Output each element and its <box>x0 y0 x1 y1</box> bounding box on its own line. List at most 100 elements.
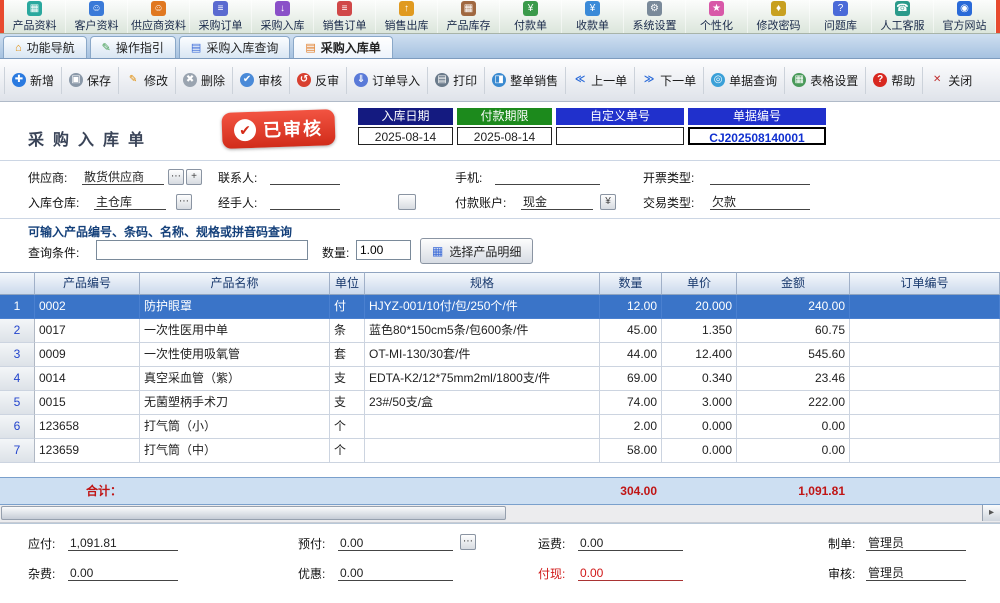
amount-cell[interactable]: 60.75 <box>737 319 850 343</box>
quantity-cell[interactable]: 58.00 <box>600 439 662 463</box>
action-button[interactable]: ▦ 表格设置 <box>784 67 865 94</box>
action-button[interactable]: ✎ 修改 <box>118 67 175 94</box>
order-number-cell[interactable] <box>850 343 1000 367</box>
unit-price-cell[interactable]: 20.000 <box>662 295 737 319</box>
product-name-cell[interactable]: 打气筒（小） <box>140 415 330 439</box>
product-name-cell[interactable]: 防护眼罩 <box>140 295 330 319</box>
action-button[interactable]: ✖ 删除 <box>175 67 232 94</box>
quantity-cell[interactable]: 12.00 <box>600 295 662 319</box>
table-corner-cell[interactable] <box>0 272 35 295</box>
unit-price-cell[interactable]: 0.000 <box>662 415 737 439</box>
action-button[interactable]: ≪ 上一单 <box>565 67 634 94</box>
quantity-cell[interactable]: 44.00 <box>600 343 662 367</box>
amount-cell[interactable]: 0.00 <box>737 439 850 463</box>
top-toolbar-item[interactable]: ¥ 收款单 <box>562 0 624 33</box>
auditor-value[interactable]: 管理员 <box>866 565 966 581</box>
table-horizontal-scrollbar[interactable]: ▸ <box>0 505 1000 523</box>
unit-cell[interactable]: 条 <box>330 319 365 343</box>
top-toolbar-item[interactable]: ☎ 人工客服 <box>872 0 934 33</box>
action-button[interactable]: ✔ 审核 <box>232 67 289 94</box>
tab-item[interactable]: ▤ 采购入库单 <box>293 36 392 58</box>
unit-cell[interactable]: 支 <box>330 367 365 391</box>
maker-value[interactable]: 管理员 <box>866 535 966 551</box>
product-name-cell[interactable]: 一次性医用中单 <box>140 319 330 343</box>
unit-price-cell[interactable]: 12.400 <box>662 343 737 367</box>
product-name-cell[interactable]: 无菌塑柄手术刀 <box>140 391 330 415</box>
column-header-amount[interactable]: 金额 <box>737 272 850 295</box>
top-toolbar-item[interactable]: ⚙ 系统设置 <box>624 0 686 33</box>
table-row[interactable]: 2 0017 一次性医用中单 条 蓝色80*150cm5条/包600条/件 45… <box>0 319 1000 343</box>
amount-cell[interactable]: 545.60 <box>737 343 850 367</box>
top-toolbar-item[interactable]: ☺ 客户资料 <box>66 0 128 33</box>
product-name-cell[interactable]: 打气筒（中） <box>140 439 330 463</box>
invoice-type-value[interactable] <box>710 169 810 185</box>
phone-value[interactable] <box>495 169 600 185</box>
spec-cell[interactable] <box>365 415 600 439</box>
column-header-code[interactable]: 产品编号 <box>35 272 140 295</box>
scrollbar-right-arrow-icon[interactable]: ▸ <box>982 505 1000 521</box>
top-toolbar-item[interactable]: ★ 个性化 <box>686 0 748 33</box>
product-code-cell[interactable]: 123659 <box>35 439 140 463</box>
supplier-picker-button[interactable]: ⋯ <box>168 169 184 185</box>
column-header-unit[interactable]: 单位 <box>330 272 365 295</box>
unit-cell[interactable]: 套 <box>330 343 365 367</box>
quantity-input[interactable] <box>356 240 411 260</box>
action-button[interactable]: ◎ 单据查询 <box>703 67 784 94</box>
quantity-cell[interactable]: 45.00 <box>600 319 662 343</box>
tab-item[interactable]: ▤ 采购入库查询 <box>179 36 290 58</box>
scrollbar-thumb[interactable] <box>1 506 506 520</box>
unit-cell[interactable]: 付 <box>330 295 365 319</box>
prepaid-picker-button[interactable]: ⋯ <box>460 534 476 550</box>
column-header-name[interactable]: 产品名称 <box>140 272 330 295</box>
action-button[interactable]: ▣ 保存 <box>61 67 118 94</box>
column-header-order[interactable]: 订单编号 <box>850 272 1000 295</box>
column-header-price[interactable]: 单价 <box>662 272 737 295</box>
spec-cell[interactable]: EDTA-K2/12*75mm2ml/1800支/件 <box>365 367 600 391</box>
quantity-cell[interactable]: 69.00 <box>600 367 662 391</box>
top-toolbar-item[interactable]: ▦ 产品库存 <box>438 0 500 33</box>
order-number-cell[interactable] <box>850 319 1000 343</box>
supplier-add-button[interactable]: + <box>186 169 202 185</box>
top-toolbar-item[interactable]: ☺ 供应商资料 <box>128 0 190 33</box>
order-number-cell[interactable] <box>850 295 1000 319</box>
doc-header-field-value[interactable]: CJ202508140001 <box>688 127 826 145</box>
action-button[interactable]: ◨ 整单销售 <box>484 67 565 94</box>
freight-value[interactable]: 0.00 <box>578 535 683 551</box>
action-button[interactable]: ? 帮助 <box>865 67 922 94</box>
order-number-cell[interactable] <box>850 391 1000 415</box>
payable-value[interactable]: 1,091.81 <box>68 535 178 551</box>
unit-price-cell[interactable]: 1.350 <box>662 319 737 343</box>
quantity-cell[interactable]: 74.00 <box>600 391 662 415</box>
currency-yuan-button[interactable]: ¥ <box>600 194 616 210</box>
table-row[interactable]: 6 123658 打气筒（小） 个 2.00 0.000 0.00 <box>0 415 1000 439</box>
unit-price-cell[interactable]: 0.000 <box>662 439 737 463</box>
amount-cell[interactable]: 0.00 <box>737 415 850 439</box>
action-button[interactable]: ⇓ 订单导入 <box>346 67 427 94</box>
top-toolbar-item[interactable]: ↓ 采购入库 <box>252 0 314 33</box>
table-row[interactable]: 5 0015 无菌塑柄手术刀 支 23#/50支/盒 74.00 3.000 2… <box>0 391 1000 415</box>
amount-cell[interactable]: 222.00 <box>737 391 850 415</box>
spec-cell[interactable]: 蓝色80*150cm5条/包600条/件 <box>365 319 600 343</box>
unit-cell[interactable]: 支 <box>330 391 365 415</box>
tab-item[interactable]: ✎ 操作指引 <box>90 36 176 58</box>
discount-value[interactable]: 0.00 <box>338 565 453 581</box>
handler-picker-button[interactable] <box>398 194 416 210</box>
product-code-cell[interactable]: 0009 <box>35 343 140 367</box>
action-button[interactable]: ✚ 新增 <box>4 67 61 94</box>
doc-header-field-value[interactable]: 2025-08-14 <box>457 127 552 145</box>
top-toolbar-item[interactable]: ↑ 销售出库 <box>376 0 438 33</box>
trade-type-value[interactable]: 欠款 <box>710 194 810 210</box>
product-code-cell[interactable]: 0015 <box>35 391 140 415</box>
warehouse-picker-button[interactable]: ⋯ <box>176 194 192 210</box>
prepaid-value[interactable]: 0.00 <box>338 535 453 551</box>
payment-account-value[interactable]: 现金 <box>521 194 593 210</box>
action-button[interactable]: ✕ 关闭 <box>922 67 979 94</box>
action-button[interactable]: ▤ 打印 <box>427 67 484 94</box>
top-toolbar-item[interactable]: ? 问题库 <box>810 0 872 33</box>
product-name-cell[interactable]: 真空采血管（紫） <box>140 367 330 391</box>
doc-header-field-value[interactable]: 2025-08-14 <box>358 127 453 145</box>
top-toolbar-item[interactable]: ▦ 产品资料 <box>4 0 66 33</box>
product-name-cell[interactable]: 一次性使用吸氧管 <box>140 343 330 367</box>
product-code-cell[interactable]: 123658 <box>35 415 140 439</box>
product-code-cell[interactable]: 0002 <box>35 295 140 319</box>
